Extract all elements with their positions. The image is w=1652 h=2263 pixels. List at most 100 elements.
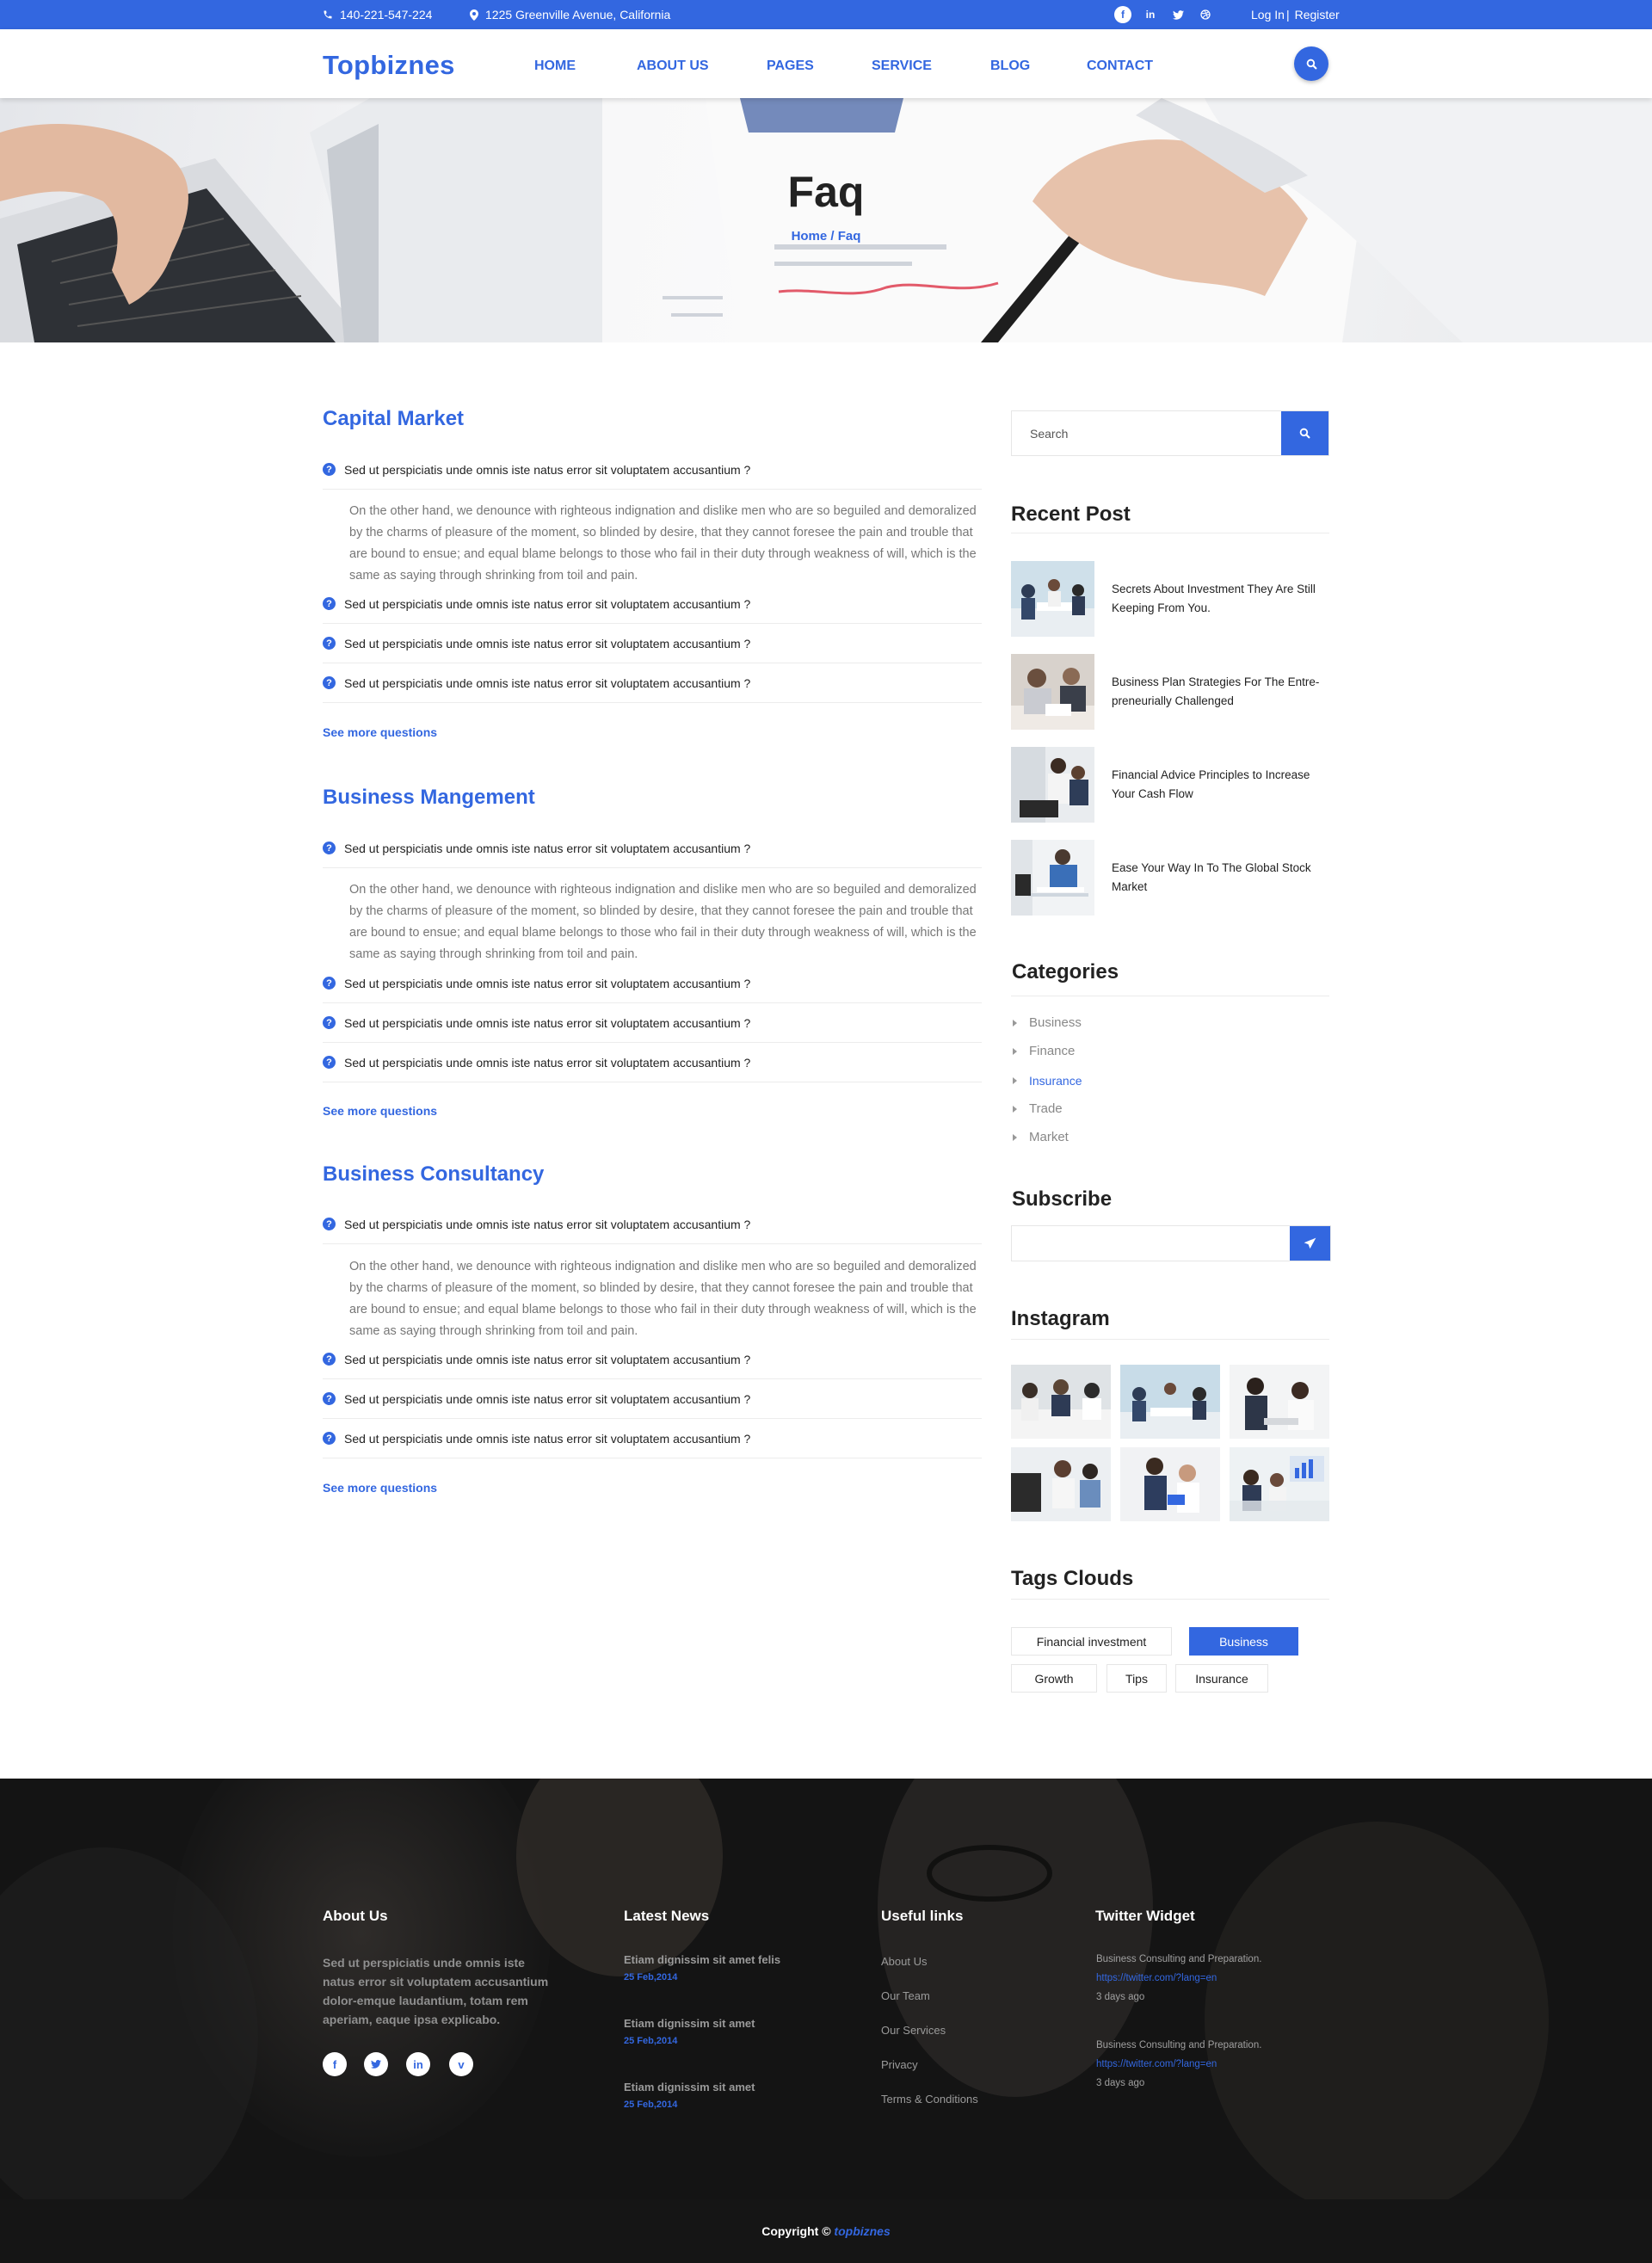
- faq-question[interactable]: ? Sed ut perspiciatis unde omnis iste nat…: [323, 1003, 982, 1043]
- linkedin-icon[interactable]: in: [1142, 6, 1159, 23]
- instagram-photo[interactable]: [1011, 1365, 1111, 1439]
- breadcrumb[interactable]: Home / Faq: [0, 229, 1652, 244]
- category-label: Market: [1029, 1130, 1069, 1144]
- see-more-questions-link[interactable]: See more questions: [323, 725, 437, 739]
- faq-question[interactable]: ? Sed ut perspiciatis unde omnis iste nat…: [323, 1205, 982, 1244]
- twitter-icon[interactable]: [364, 2052, 388, 2076]
- recent-post-item[interactable]: Secrets About Investment They Are Still …: [1011, 561, 1329, 637]
- divider: [1011, 1339, 1329, 1340]
- recent-post-thumbnail: [1011, 561, 1094, 637]
- footer-link-our-services[interactable]: Our Services: [881, 2024, 946, 2037]
- caret-right-icon: [1013, 1047, 1017, 1055]
- subscribe-email-input[interactable]: [1012, 1226, 1287, 1261]
- copyright-brand-link[interactable]: topbiznes: [834, 2224, 890, 2238]
- recent-post-thumbnail: [1011, 840, 1094, 916]
- sidebar-search-button[interactable]: [1281, 411, 1328, 455]
- nav-home[interactable]: HOME: [534, 59, 576, 74]
- category-insurance[interactable]: Insurance: [1013, 1074, 1082, 1088]
- question-icon: ?: [323, 676, 336, 689]
- vimeo-icon[interactable]: v: [449, 2052, 473, 2076]
- tag-growth[interactable]: Growth: [1011, 1664, 1097, 1693]
- recent-post-title[interactable]: Financial Advice Principles to Increase …: [1112, 766, 1329, 804]
- recent-post-title[interactable]: Ease Your Way In To The Global Stock Mar…: [1112, 859, 1329, 897]
- question-text: Sed ut perspiciatis unde omnis iste natu…: [344, 675, 751, 690]
- top-bar: 140-221-547-224 1225 Greenville Avenue, …: [0, 0, 1652, 29]
- login-link[interactable]: Log In: [1251, 8, 1285, 22]
- tweet-link[interactable]: https://twitter.com/?lang=en: [1096, 1969, 1261, 1988]
- see-more-questions-link[interactable]: See more questions: [323, 1481, 437, 1495]
- footer-link-terms[interactable]: Terms & Conditions: [881, 2093, 978, 2106]
- nav-contact[interactable]: CONTACT: [1087, 59, 1153, 74]
- footer-background-image: [0, 1779, 1652, 2199]
- faq-question[interactable]: ? Sed ut perspiciatis unde omnis iste nat…: [323, 964, 982, 1003]
- news-title[interactable]: Etiam dignissim sit amet: [624, 2017, 755, 2030]
- category-finance[interactable]: Finance: [1013, 1044, 1075, 1058]
- header-search-button[interactable]: [1294, 46, 1328, 81]
- nav-blog[interactable]: BLOG: [990, 59, 1030, 74]
- faq-question[interactable]: ? Sed ut perspiciatis unde omnis iste nat…: [323, 584, 982, 624]
- register-link[interactable]: Register: [1295, 8, 1340, 22]
- faq-question[interactable]: ? Sed ut perspiciatis unde omnis iste nat…: [323, 663, 982, 703]
- dribbble-icon[interactable]: [1197, 6, 1214, 23]
- footer-link-our-team[interactable]: Our Team: [881, 1989, 930, 2002]
- tweet-text: Business Consulting and Preparation.: [1096, 2040, 1262, 2050]
- category-label: Insurance: [1029, 1074, 1082, 1088]
- faq-question[interactable]: ? Sed ut perspiciatis unde omnis iste nat…: [323, 1419, 982, 1458]
- site-logo[interactable]: Topbiznes: [323, 50, 455, 81]
- faq-question[interactable]: ? Sed ut perspiciatis unde omnis iste nat…: [323, 1043, 982, 1082]
- tag-financial-investment[interactable]: Financial investment: [1011, 1627, 1172, 1656]
- tweet-time: 3 days ago: [1096, 1992, 1145, 2002]
- faq-question[interactable]: ? Sed ut perspiciatis unde omnis iste nat…: [323, 1340, 982, 1379]
- news-title[interactable]: Etiam dignissim sit amet: [624, 2081, 755, 2093]
- recent-post-item[interactable]: Business Plan Strategies For The Entre-p…: [1011, 654, 1329, 730]
- faq-question[interactable]: ? Sed ut perspiciatis unde omnis iste nat…: [323, 450, 982, 490]
- sidebar-search-input[interactable]: [1012, 411, 1282, 455]
- tag-insurance[interactable]: Insurance: [1175, 1664, 1268, 1693]
- subscribe-title: Subscribe: [1012, 1187, 1113, 1211]
- phone-icon: [324, 10, 332, 19]
- news-title[interactable]: Etiam dignissim sit amet felis: [624, 1953, 780, 1966]
- question-text: Sed ut perspiciatis unde omnis iste natu…: [344, 462, 751, 477]
- category-trade[interactable]: Trade: [1013, 1101, 1063, 1116]
- question-text: Sed ut perspiciatis unde omnis iste natu…: [344, 1055, 751, 1070]
- subscribe-button[interactable]: [1290, 1226, 1330, 1261]
- instagram-photo[interactable]: [1230, 1447, 1329, 1521]
- faq-question[interactable]: ? Sed ut perspiciatis unde omnis iste nat…: [323, 624, 982, 663]
- recent-post-title[interactable]: Secrets About Investment They Are Still …: [1112, 580, 1329, 618]
- tag-tips[interactable]: Tips: [1106, 1664, 1167, 1693]
- faq-question[interactable]: ? Sed ut perspiciatis unde omnis iste nat…: [323, 1379, 982, 1419]
- footer-news-item[interactable]: Etiam dignissim sit amet 25 Feb,2014: [624, 2017, 755, 2046]
- tweet-link[interactable]: https://twitter.com/?lang=en: [1096, 2055, 1261, 2074]
- instagram-photo[interactable]: [1120, 1447, 1220, 1521]
- recent-post-item[interactable]: Ease Your Way In To The Global Stock Mar…: [1011, 840, 1329, 916]
- nav-pages[interactable]: PAGES: [767, 59, 814, 74]
- question-text: Sed ut perspiciatis unde omnis iste natu…: [344, 976, 751, 990]
- search-icon: [1299, 428, 1310, 439]
- top-socials: f in: [1114, 6, 1214, 23]
- recent-post-item[interactable]: Financial Advice Principles to Increase …: [1011, 747, 1329, 823]
- news-date: 25 Feb,2014: [624, 1972, 678, 1982]
- instagram-photo[interactable]: [1011, 1447, 1111, 1521]
- footer-news-item[interactable]: Etiam dignissim sit amet felis 25 Feb,201…: [624, 1953, 780, 1982]
- footer-link-privacy[interactable]: Privacy: [881, 2058, 918, 2071]
- twitter-icon[interactable]: [1169, 6, 1187, 23]
- news-date: 25 Feb,2014: [624, 2036, 678, 2046]
- question-icon: ?: [323, 463, 336, 476]
- faq-question[interactable]: ? Sed ut perspiciatis unde omnis iste nat…: [323, 829, 982, 868]
- question-icon: ?: [323, 1218, 336, 1230]
- linkedin-icon[interactable]: in: [406, 2052, 430, 2076]
- instagram-photo[interactable]: [1120, 1365, 1220, 1439]
- category-market[interactable]: Market: [1013, 1130, 1069, 1144]
- facebook-icon[interactable]: f: [323, 2052, 347, 2076]
- footer-news-item[interactable]: Etiam dignissim sit amet 25 Feb,2014: [624, 2081, 755, 2110]
- recent-post-title[interactable]: Business Plan Strategies For The Entre-p…: [1112, 673, 1329, 711]
- instagram-photo[interactable]: [1230, 1365, 1329, 1439]
- nav-about-us[interactable]: ABOUT US: [637, 59, 709, 74]
- tag-business[interactable]: Business: [1189, 1627, 1298, 1656]
- category-business[interactable]: Business: [1013, 1015, 1082, 1030]
- categories-title: Categories: [1012, 960, 1119, 984]
- see-more-questions-link[interactable]: See more questions: [323, 1104, 437, 1118]
- footer-link-about-us[interactable]: About Us: [881, 1955, 927, 1968]
- nav-service[interactable]: SERVICE: [872, 59, 932, 74]
- facebook-icon[interactable]: f: [1114, 6, 1131, 23]
